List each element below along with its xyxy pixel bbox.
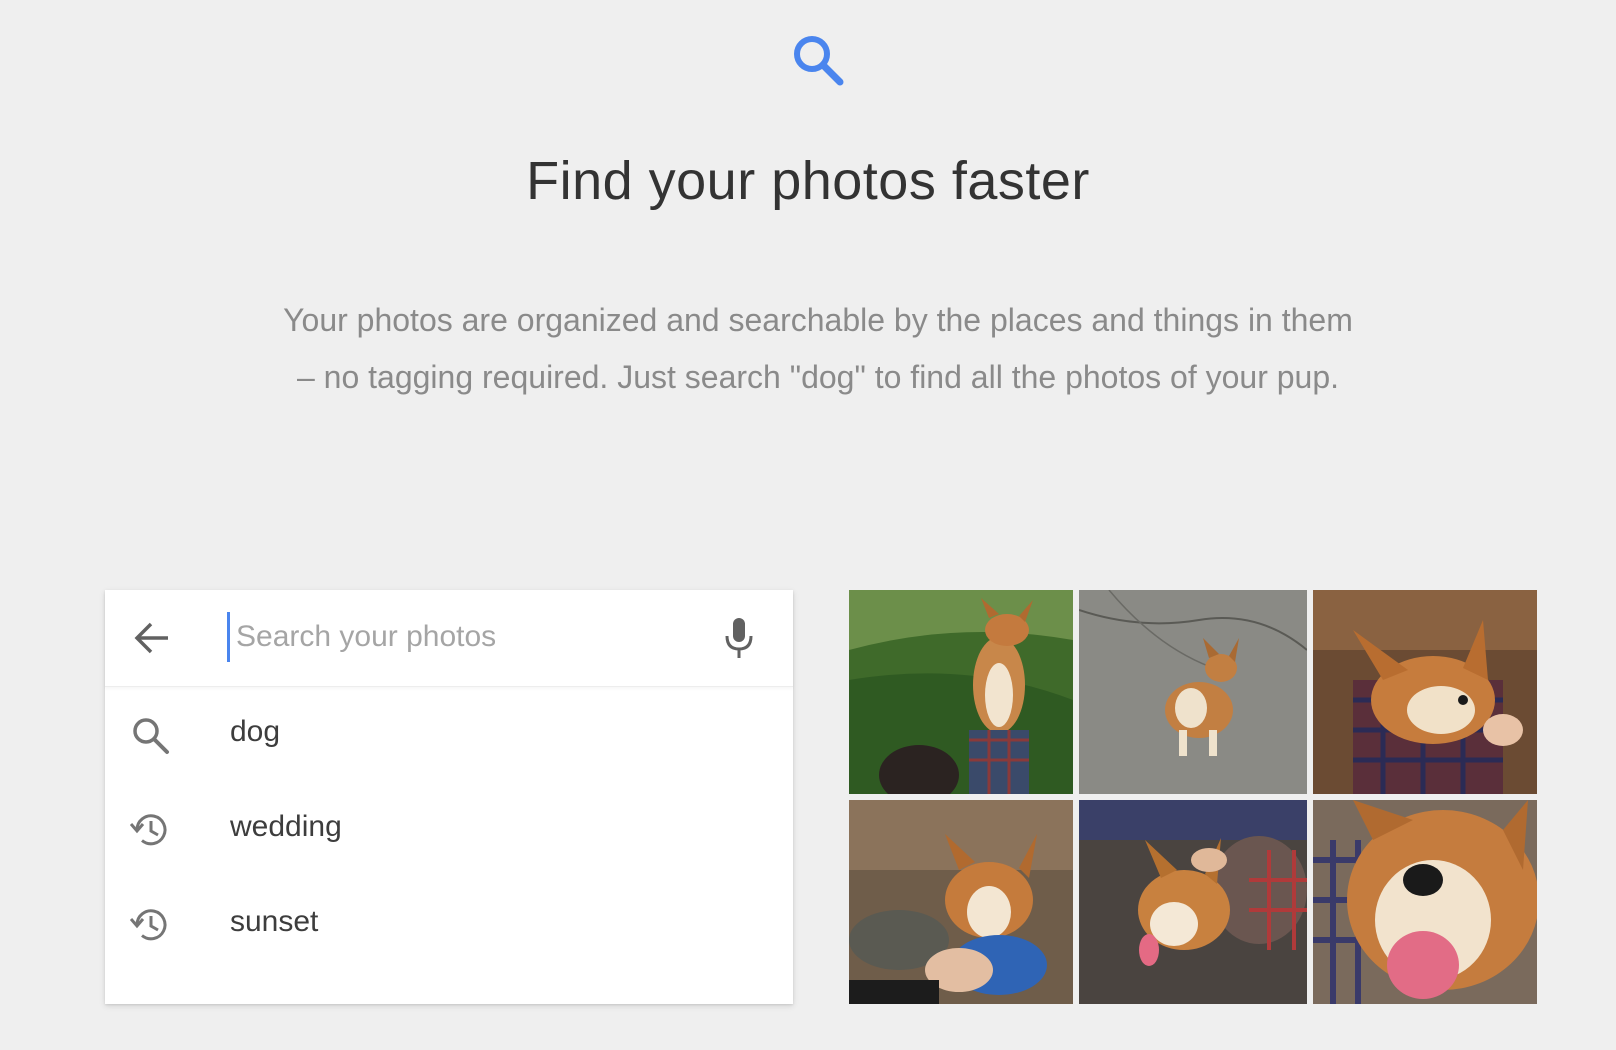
search-icon bbox=[133, 718, 169, 754]
page-title: Find your photos faster bbox=[526, 151, 1090, 211]
search-input[interactable] bbox=[227, 612, 706, 662]
suggestion-label: sunset bbox=[230, 905, 319, 938]
microphone-icon[interactable] bbox=[722, 616, 756, 660]
suggestion-dog[interactable]: dog bbox=[105, 687, 793, 782]
search-bar bbox=[105, 590, 793, 687]
page-description: Your photos are organized and searchable… bbox=[283, 302, 1353, 395]
photo-thumbnail[interactable] bbox=[849, 800, 1073, 1004]
photo-thumbnail[interactable] bbox=[1313, 590, 1537, 794]
history-icon bbox=[130, 909, 167, 941]
suggestion-label: wedding bbox=[230, 810, 342, 843]
photo-thumbnail[interactable] bbox=[849, 590, 1073, 794]
search-panel: dog wedding sunset bbox=[105, 590, 793, 1004]
search-icon bbox=[794, 36, 844, 86]
arrow-back-icon[interactable] bbox=[132, 620, 172, 656]
suggestion-sunset[interactable]: sunset bbox=[105, 877, 793, 972]
history-icon bbox=[130, 814, 167, 846]
photo-results-grid bbox=[849, 590, 1538, 1004]
suggestion-label: dog bbox=[230, 715, 281, 748]
suggestion-wedding[interactable]: wedding bbox=[105, 782, 793, 877]
photo-thumbnail[interactable] bbox=[1079, 590, 1307, 794]
photo-thumbnail[interactable] bbox=[1079, 800, 1307, 1004]
photo-thumbnail[interactable] bbox=[1313, 800, 1537, 1004]
